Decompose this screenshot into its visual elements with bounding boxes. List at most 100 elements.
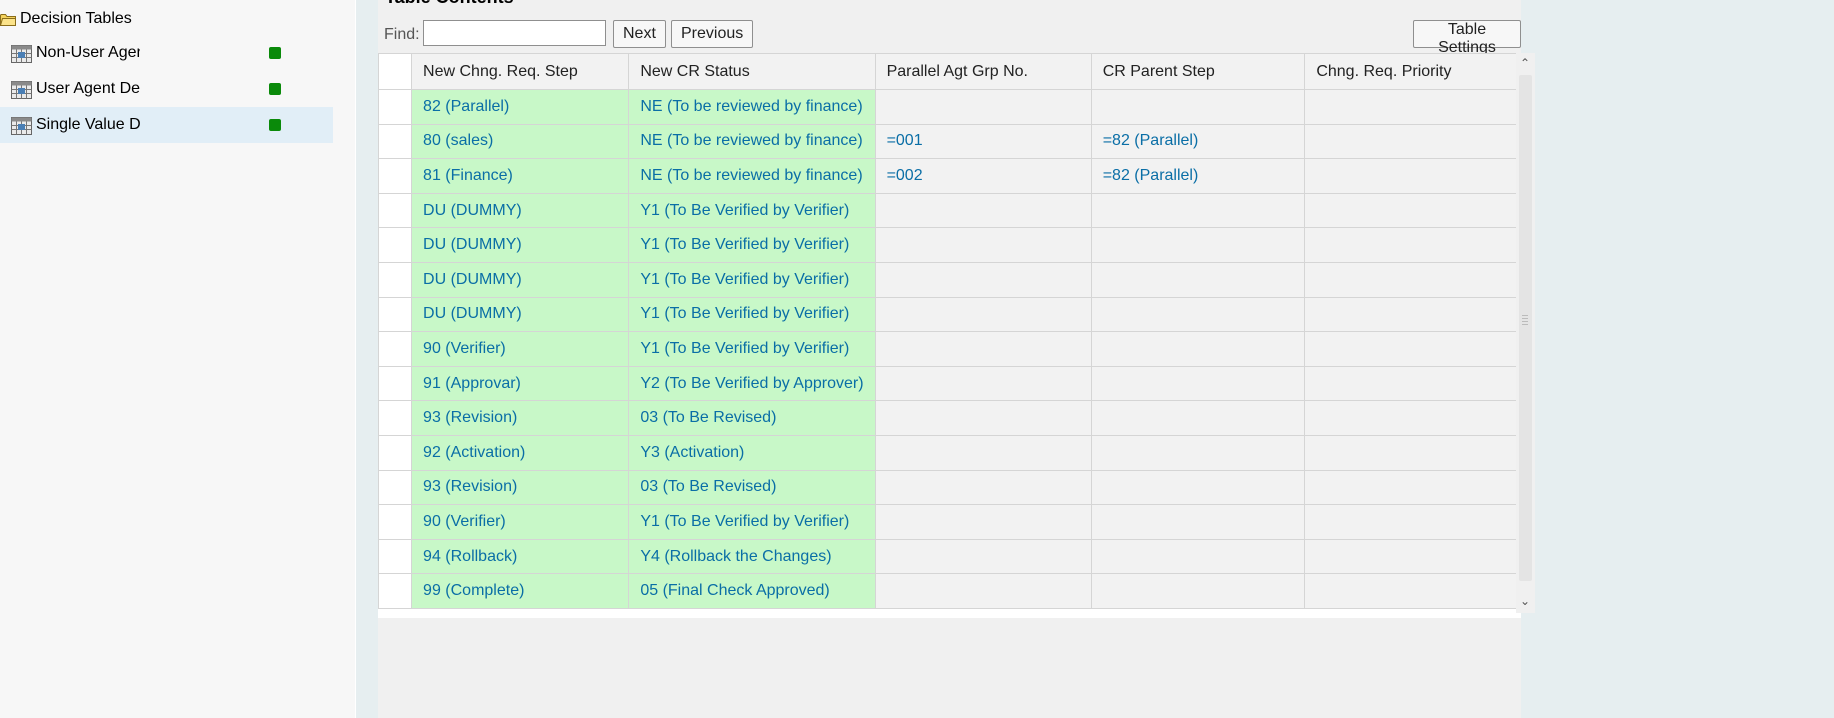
table-cell[interactable]: 94 (Rollback)	[411, 538, 630, 575]
select-all-column-header[interactable]	[377, 53, 413, 90]
table-cell[interactable]	[1090, 538, 1306, 575]
tree-item-single-value[interactable]: Single Value Decision Table	[0, 107, 333, 143]
table-cell[interactable]: 90 (Verifier)	[411, 331, 630, 367]
scroll-grip-icon[interactable]	[1522, 315, 1528, 327]
table-row[interactable]: DU (DUMMY) Y1 (To Be Verified by Verifier…	[377, 296, 1521, 333]
table-cell[interactable]	[874, 365, 1092, 402]
row-selector[interactable]	[377, 123, 413, 160]
find-input[interactable]	[423, 20, 606, 46]
table-cell[interactable]: DU (DUMMY)	[411, 192, 630, 229]
table-cell[interactable]: Y1 (To Be Verified by Verifier)	[628, 504, 876, 540]
table-cell[interactable]: NE (To be reviewed by finance)	[628, 89, 876, 125]
table-cell[interactable]	[1304, 573, 1521, 609]
table-row[interactable]: 92 (Activation) Y3 (Activation)	[377, 434, 1521, 471]
scrollbar-track[interactable]	[1519, 75, 1532, 581]
table-cell[interactable]	[874, 261, 1092, 298]
table-cell[interactable]	[1304, 123, 1521, 160]
column-header-cr-parent-step[interactable]: CR Parent Step	[1090, 53, 1306, 90]
table-cell[interactable]: DU (DUMMY)	[411, 227, 630, 263]
table-cell[interactable]: 81 (Finance)	[411, 158, 630, 194]
column-header-new-step[interactable]: New Chng. Req. Step	[411, 53, 630, 90]
row-selector[interactable]	[377, 227, 413, 263]
table-cell[interactable]: 92 (Activation)	[411, 434, 630, 471]
table-cell[interactable]: 03 (To Be Revised)	[628, 469, 876, 506]
table-cell[interactable]: Y3 (Activation)	[628, 434, 876, 471]
previous-button[interactable]: Previous	[671, 20, 754, 48]
row-selector[interactable]	[377, 400, 413, 436]
table-cell[interactable]	[1090, 192, 1306, 229]
table-row[interactable]: 82 (Parallel) NE (To be reviewed by finan…	[377, 89, 1521, 125]
table-cell[interactable]	[1090, 89, 1306, 125]
table-cell[interactable]	[1090, 434, 1306, 471]
table-cell[interactable]: DU (DUMMY)	[411, 296, 630, 333]
table-cell[interactable]	[1090, 331, 1306, 367]
table-cell[interactable]: Y4 (Rollback the Changes)	[628, 538, 876, 575]
table-cell[interactable]	[874, 538, 1092, 575]
table-cell[interactable]	[874, 469, 1092, 506]
table-row[interactable]: 81 (Finance) NE (To be reviewed by financ…	[377, 158, 1521, 194]
table-cell[interactable]: 80 (sales)	[411, 123, 630, 160]
row-selector[interactable]	[377, 261, 413, 298]
column-header-priority[interactable]: Chng. Req. Priority	[1304, 53, 1521, 90]
table-row[interactable]: DU (DUMMY) Y1 (To Be Verified by Verifier…	[377, 192, 1521, 229]
table-cell[interactable]	[1090, 400, 1306, 436]
table-cell[interactable]: Y1 (To Be Verified by Verifier)	[628, 192, 876, 229]
table-cell[interactable]	[1304, 504, 1521, 540]
table-cell[interactable]: =82 (Parallel)	[1090, 158, 1306, 194]
table-cell[interactable]	[1090, 261, 1306, 298]
table-cell[interactable]: Y1 (To Be Verified by Verifier)	[628, 296, 876, 333]
table-cell[interactable]: 82 (Parallel)	[411, 89, 630, 125]
table-cell[interactable]: 99 (Complete)	[411, 573, 630, 609]
table-cell[interactable]: 90 (Verifier)	[411, 504, 630, 540]
table-cell[interactable]: 91 (Approvar)	[411, 365, 630, 402]
table-cell[interactable]: =002	[874, 158, 1092, 194]
table-cell[interactable]: DU (DUMMY)	[411, 261, 630, 298]
table-cell[interactable]: 05 (Final Check Approved)	[628, 573, 876, 609]
table-cell[interactable]	[1090, 504, 1306, 540]
row-selector[interactable]	[377, 538, 413, 575]
column-header-new-cr-status[interactable]: New CR Status	[628, 53, 876, 90]
table-cell[interactable]	[874, 89, 1092, 125]
table-row[interactable]: 80 (sales) NE (To be reviewed by finance)…	[377, 123, 1521, 160]
row-selector[interactable]	[377, 89, 413, 125]
table-cell[interactable]	[874, 573, 1092, 609]
row-selector[interactable]	[377, 158, 413, 194]
table-cell[interactable]	[1090, 573, 1306, 609]
row-selector[interactable]	[377, 434, 413, 471]
table-cell[interactable]	[1304, 227, 1521, 263]
table-cell[interactable]	[1304, 192, 1521, 229]
row-selector[interactable]	[377, 469, 413, 506]
table-cell[interactable]	[1090, 365, 1306, 402]
table-cell[interactable]	[1304, 296, 1521, 333]
row-selector[interactable]	[377, 504, 413, 540]
table-row[interactable]: DU (DUMMY) Y1 (To Be Verified by Verifier…	[377, 261, 1521, 298]
table-cell[interactable]: 03 (To Be Revised)	[628, 400, 876, 436]
table-cell[interactable]	[1304, 400, 1521, 436]
table-cell[interactable]: Y1 (To Be Verified by Verifier)	[628, 261, 876, 298]
row-selector[interactable]	[377, 573, 413, 609]
table-cell[interactable]: =82 (Parallel)	[1090, 123, 1306, 160]
table-cell[interactable]	[874, 296, 1092, 333]
table-cell[interactable]: 93 (Revision)	[411, 400, 630, 436]
table-row[interactable]: 90 (Verifier) Y1 (To Be Verified by Verif…	[377, 331, 1521, 367]
table-cell[interactable]	[874, 192, 1092, 229]
table-cell[interactable]	[1090, 296, 1306, 333]
table-cell[interactable]	[1304, 469, 1521, 506]
table-cell[interactable]: NE (To be reviewed by finance)	[628, 123, 876, 160]
table-row[interactable]: 99 (Complete) 05 (Final Check Approved)	[377, 573, 1521, 609]
row-selector[interactable]	[377, 365, 413, 402]
table-cell[interactable]	[1304, 434, 1521, 471]
table-row[interactable]: 93 (Revision) 03 (To Be Revised)	[377, 469, 1521, 506]
table-cell[interactable]	[1304, 365, 1521, 402]
table-row[interactable]: 94 (Rollback) Y4 (Rollback the Changes)	[377, 538, 1521, 575]
scroll-down-icon[interactable]: ⌄	[1520, 595, 1530, 607]
table-row[interactable]: 90 (Verifier) Y1 (To Be Verified by Verif…	[377, 504, 1521, 540]
row-selector[interactable]	[377, 296, 413, 333]
table-row[interactable]: 93 (Revision) 03 (To Be Revised)	[377, 400, 1521, 436]
table-cell[interactable]	[1304, 331, 1521, 367]
scroll-up-icon[interactable]: ⌃	[1520, 57, 1530, 69]
table-cell[interactable]	[1304, 261, 1521, 298]
tree-item-user-agent[interactable]: User Agent Decision Table	[0, 71, 333, 107]
table-cell[interactable]	[1304, 538, 1521, 575]
table-row[interactable]: 91 (Approvar) Y2 (To Be Verified by Appro…	[377, 365, 1521, 402]
